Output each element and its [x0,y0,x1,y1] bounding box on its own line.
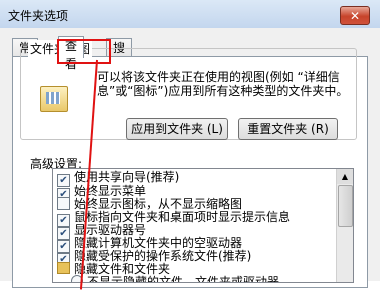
list-item-label: 隐藏受保护的操作系统文件(推荐) [74,249,252,263]
list-item[interactable]: ✔ 使用共享向导(推荐) [57,170,179,187]
title-bar: 文件夹选项 ✕ [0,0,380,28]
list-item-label: 始终显示图标，从不显示缩略图 [74,197,243,211]
reset-folders-button[interactable]: 重置文件夹 (R) [238,118,338,140]
view-tab-highlight [57,39,111,64]
list-item[interactable]: ✔ 隐藏受保护的操作系统文件(推荐) [57,249,252,266]
list-item[interactable]: 隐藏文件和文件夹 [57,262,170,276]
list-item[interactable]: ✔ 始终显示菜单 [57,184,147,201]
advanced-settings-list[interactable]: ✔ 使用共享向导(推荐) ✔ 始终显示菜单 始终显示图标，从不显示缩略图 ✔ 鼠标指向… [52,168,354,283]
list-item-label: 隐藏文件和文件夹 [74,262,171,276]
list-item-label: 鼠标指向文件夹和桌面项时显示提示信息 [74,210,291,224]
window-title: 文件夹选项 [8,9,69,23]
folder-icon [57,262,70,274]
folder-view-icon [40,86,68,112]
folder-view-description: 可以将该文件夹正在使用的视图(例如 “详细信息”或“图标”)应用到所有这种类型的… [97,70,349,98]
list-item-label: 始终显示菜单 [74,184,147,198]
list-item[interactable]: ✔ 显示驱动器号 [57,223,146,240]
list-item-label: 不显示隐藏的文件、文件夹或驱动器 [87,275,280,283]
scrollbar[interactable]: ▲ [336,169,353,282]
scroll-thumb[interactable] [338,185,353,227]
scroll-up-icon[interactable]: ▲ [337,169,353,184]
list-item[interactable]: 不显示隐藏的文件、文件夹或驱动器 [71,275,280,283]
close-button[interactable]: ✕ [340,6,370,25]
list-item-label: 隐藏计算机文件夹中的空驱动器 [74,236,243,250]
checkbox[interactable] [57,197,70,210]
apply-to-folders-button[interactable]: 应用到文件夹 (L) [126,118,228,140]
list-item[interactable]: ✔ 鼠标指向文件夹和桌面项时显示提示信息 [57,210,291,227]
